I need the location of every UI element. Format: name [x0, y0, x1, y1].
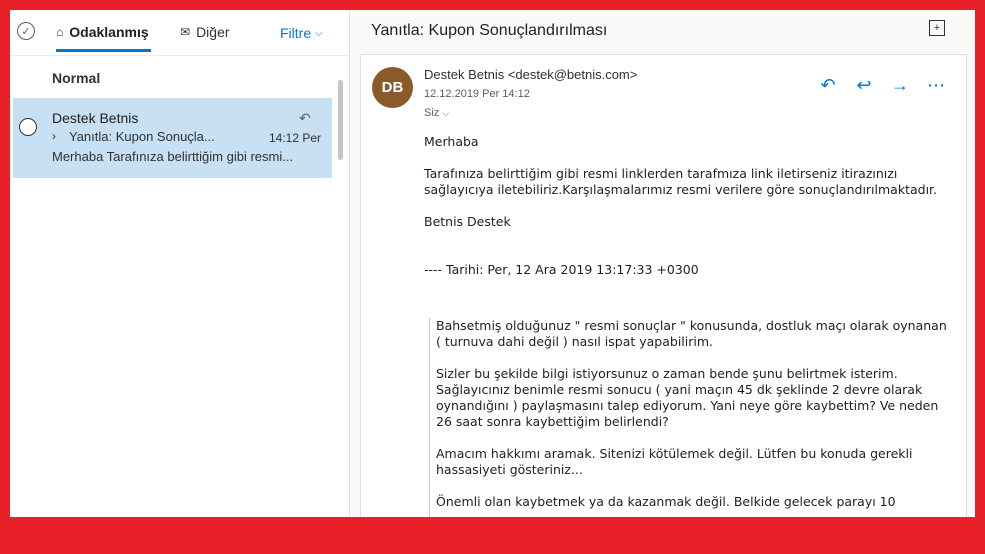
reply-icon[interactable]: ↶ [819, 75, 837, 95]
chevron-down-icon: ⌵ [442, 108, 450, 118]
chevron-right-icon[interactable]: › [52, 129, 56, 143]
group-header: Normal [52, 70, 101, 86]
quote-paragraph: Bahsetmiş olduğunuz " resmi sonuçlar " k… [436, 318, 947, 349]
tab-focused-label: Odaklanmış [69, 24, 149, 40]
tab-other-label: Diğer [196, 24, 230, 40]
quote-paragraph: Sizler bu şekilde bilgi istiyorsunuz o z… [436, 366, 939, 429]
quote-paragraph: Önemli olan kaybetmek ya da kazanmak değ… [436, 494, 896, 509]
message-preview: Merhaba Tarafınıza belirttiğim gibi resm… [52, 149, 294, 164]
filter-button[interactable]: Filtre ⌵ [280, 25, 323, 41]
reading-pane: Yanıtla: Kupon Sonuçlandırılması + DB De… [351, 10, 975, 517]
reply-all-icon[interactable]: ↩ [855, 75, 873, 95]
filter-label: Filtre [280, 25, 312, 41]
replied-icon: ↶ [299, 110, 311, 126]
open-in-new-window-icon[interactable]: + [929, 20, 945, 36]
body-greeting: Merhaba [424, 134, 479, 149]
message-body: Merhaba Tarafınıza belirttiğim gibi resm… [424, 134, 954, 278]
inbox-icon: ⌂ [56, 25, 64, 39]
select-message-radio[interactable] [19, 118, 37, 136]
message-card: DB Destek Betnis <destek@betnis.com> 12.… [360, 54, 967, 517]
body-paragraph: Tarafınıza belirttiğim gibi resmi linkle… [424, 166, 938, 197]
list-scrollbar[interactable] [338, 80, 343, 160]
mail-icon: ✉ [180, 25, 191, 39]
message-sender: Destek Betnis [52, 110, 139, 126]
chevron-down-icon: ⌵ [315, 27, 323, 39]
message-actions: ↶ ↩ → ⋯ [819, 75, 945, 95]
message-from[interactable]: Destek Betnis <destek@betnis.com> [424, 67, 637, 82]
message-subject: Yanıtla: Kupon Sonuçla... [69, 129, 215, 144]
quote-paragraph: Amacım hakkımı aramak. Sitenizi kötüleme… [436, 446, 913, 477]
forward-icon[interactable]: → [891, 75, 909, 95]
recipient-label: Siz [424, 107, 440, 119]
body-original-date: ---- Tarihi: Per, 12 Ara 2019 13:17:33 +… [424, 262, 699, 277]
tab-focused[interactable]: ⌂ Odaklanmış [56, 24, 151, 52]
mail-window: ✓ ⌂ Odaklanmış ✉ Diğer Filtre ⌵ Normal D… [10, 10, 975, 517]
conversation-title: Yanıtla: Kupon Sonuçlandırılması [371, 22, 608, 39]
message-recipients[interactable]: Siz ⌵ [424, 107, 449, 119]
avatar[interactable]: DB [372, 67, 413, 108]
message-list-pane: ✓ ⌂ Odaklanmış ✉ Diğer Filtre ⌵ Normal D… [10, 10, 350, 517]
more-options-icon[interactable]: ⋯ [927, 75, 945, 95]
list-item[interactable]: Destek Betnis ↶ › Yanıtla: Kupon Sonuçla… [13, 98, 332, 178]
check-circle-icon[interactable]: ✓ [17, 22, 35, 40]
body-signature: Betnis Destek [424, 214, 511, 229]
tab-other[interactable]: ✉ Diğer [180, 24, 230, 52]
message-date: 12.12.2019 Per 14:12 [424, 88, 530, 100]
message-time: 14:12 Per [269, 131, 322, 145]
inbox-pivot-bar: ✓ ⌂ Odaklanmış ✉ Diğer Filtre ⌵ [10, 10, 350, 56]
quoted-message: Bahsetmiş olduğunuz " resmi sonuçlar " k… [429, 318, 951, 517]
